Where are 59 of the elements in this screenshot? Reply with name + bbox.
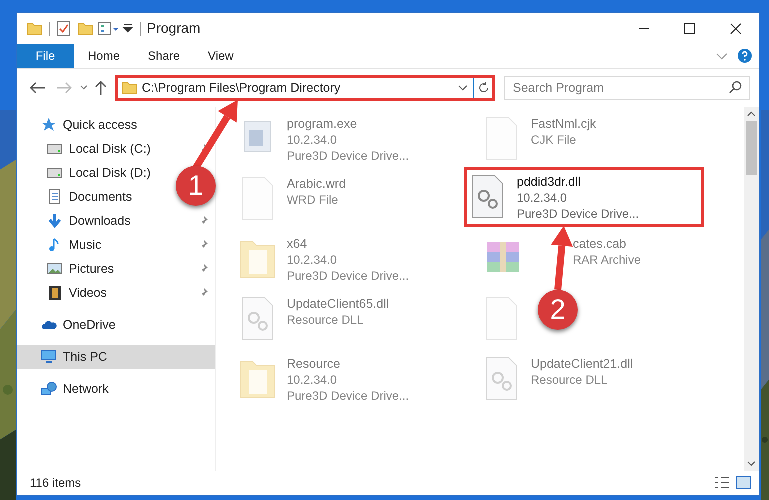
file-detail: Resource DLL (531, 372, 609, 388)
large-icons-view-icon[interactable] (735, 475, 753, 491)
pointer-arrow (551, 226, 574, 290)
folder-icon[interactable] (27, 20, 43, 36)
nav-item[interactable]: Downloads (17, 209, 135, 233)
file-detail: 10.2.34.0 (287, 132, 338, 148)
nav-item[interactable]: Local Disk (D:) (17, 161, 155, 185)
address-path: C:\Program Files\Program Directory (142, 80, 342, 97)
nav-item[interactable]: Videos (17, 281, 111, 305)
file-detail: 10.2.34.0 (287, 252, 338, 268)
file-name[interactable]: program.exe (287, 116, 410, 132)
nav-item[interactable]: Quick access (17, 113, 142, 137)
file-name[interactable]: Arabic.wrd (287, 176, 346, 192)
ribbon-tab[interactable]: Share (134, 44, 194, 68)
monitor-icon (41, 349, 57, 365)
download-icon (47, 213, 63, 229)
item-count: 116 items (30, 475, 82, 492)
details-view-icon[interactable] (713, 475, 731, 491)
file-detail: 10.2.34.0 (287, 372, 338, 388)
folder-icon (122, 80, 138, 96)
file-detail: 10.2.34.0 (517, 190, 568, 206)
window-title: Program (147, 19, 201, 38)
file-detail: WRD File (287, 192, 340, 208)
nav-item[interactable]: This PC (17, 345, 215, 369)
document-icon (47, 189, 63, 205)
file-name[interactable]: Resource (287, 356, 410, 372)
file-detail: Pure3D Device Drive... (287, 148, 410, 164)
file-name[interactable]: x64 (287, 236, 410, 252)
nav-item[interactable]: Pictures (17, 257, 118, 281)
search-field[interactable]: Search Program (504, 76, 750, 100)
new-folder-icon[interactable] (78, 20, 94, 36)
scroll-thumb[interactable] (746, 121, 757, 175)
ribbon-tab[interactable]: View (194, 44, 248, 68)
file-name[interactable]: FastNml.cjk (531, 116, 596, 132)
file-name[interactable]: UpdateClient65.dll (287, 296, 390, 312)
star-icon (41, 117, 57, 133)
file-name[interactable]: cates.cab (573, 236, 642, 252)
address-bar[interactable]: C:\Program Files\Program Directory (115, 75, 495, 101)
file-name[interactable]: pddid3dr.dll (517, 174, 640, 190)
nav-item[interactable]: Music (17, 233, 106, 257)
film-icon (47, 285, 63, 301)
file-detail: CJK File (531, 132, 578, 148)
picture-icon (47, 261, 63, 277)
nav-item[interactable]: OneDrive (17, 313, 120, 337)
file-detail: Resource DLL (287, 312, 365, 328)
ribbon-tab[interactable]: Home (74, 44, 134, 68)
nav-item[interactable]: Network (17, 377, 113, 401)
file-detail: RAR Archive (573, 252, 642, 268)
nav-item[interactable]: Documents (17, 185, 136, 209)
file-detail: Pure3D Device Drive... (287, 268, 410, 284)
file-detail: Pure3D Device Drive... (517, 206, 640, 222)
nav-item[interactable]: Local Disk (C:) (17, 137, 155, 161)
search-icon[interactable] (728, 80, 744, 96)
file-item[interactable]: pddid3dr.dll 10.2.34.0 Pure3D Device Drive... (464, 167, 704, 227)
file-name[interactable]: UpdateClient21.dll (531, 356, 634, 372)
network-icon (41, 381, 57, 397)
view-options-icon[interactable] (98, 20, 120, 36)
properties-icon[interactable] (56, 20, 72, 36)
file-detail: Pure3D Device Drive... (287, 388, 410, 404)
